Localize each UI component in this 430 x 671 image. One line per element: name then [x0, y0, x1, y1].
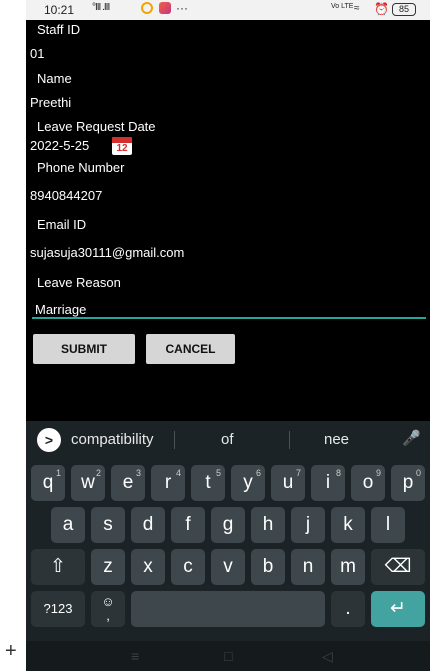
phone-screen: 10:21 °ΙΙΙ .ΙΙΙ ··· Vo LTE ≈ ⏰ 85 Staff …	[26, 0, 430, 671]
name-label: Name	[37, 71, 72, 86]
key-h[interactable]: h	[251, 507, 285, 543]
key-q[interactable]: q1	[31, 465, 65, 501]
key-p[interactable]: p0	[391, 465, 425, 501]
email-label: Email ID	[37, 217, 87, 232]
key-i[interactable]: i8	[311, 465, 345, 501]
back-icon[interactable]: ◁	[322, 648, 333, 665]
cancel-button[interactable]: CANCEL	[146, 334, 235, 364]
navigation-bar: ≡ □ ◁	[26, 641, 430, 671]
microphone-icon[interactable]: 🎤	[402, 429, 421, 447]
status-bar: 10:21 °ΙΙΙ .ΙΙΙ ··· Vo LTE ≈ ⏰ 85	[26, 0, 430, 20]
plus-mark: +	[5, 640, 17, 662]
reason-label: Leave Reason	[37, 275, 121, 290]
period-key[interactable]: .	[331, 591, 365, 627]
soft-keyboard: > compatibility of nee 🎤 q1 w2 e3 r4 t5 …	[26, 421, 430, 671]
reason-field[interactable]: Marriage	[35, 302, 86, 317]
wifi-icon: ≈	[354, 3, 360, 14]
key-v[interactable]: v	[211, 549, 245, 585]
emoji-comma-key[interactable]: ☺ ,	[91, 591, 125, 627]
staff-id-label: Staff ID	[37, 22, 81, 37]
key-n[interactable]: n	[291, 549, 325, 585]
key-m[interactable]: m	[331, 549, 365, 585]
leave-date-field[interactable]: 2022-5-25	[30, 138, 89, 153]
key-g[interactable]: g	[211, 507, 245, 543]
key-o[interactable]: o9	[351, 465, 385, 501]
email-field[interactable]: sujasuja30111@gmail.com	[30, 245, 184, 260]
key-c[interactable]: c	[171, 549, 205, 585]
key-w[interactable]: w2	[71, 465, 105, 501]
leave-date-label: Leave Request Date	[37, 119, 156, 134]
suggestion-2[interactable]: of	[221, 431, 234, 448]
key-u[interactable]: u7	[271, 465, 305, 501]
submit-button[interactable]: SUBMIT	[33, 334, 135, 364]
comma-label: ,	[106, 608, 110, 623]
key-f[interactable]: f	[171, 507, 205, 543]
reason-field-underline	[32, 317, 426, 319]
key-e[interactable]: e3	[111, 465, 145, 501]
key-t[interactable]: t5	[191, 465, 225, 501]
instagram-icon	[159, 2, 171, 14]
menu-icon[interactable]: ≡	[131, 648, 139, 664]
suggestion-divider	[174, 431, 175, 449]
shift-icon[interactable]: ⇧	[31, 549, 85, 585]
notification-icon	[141, 2, 153, 14]
key-b[interactable]: b	[251, 549, 285, 585]
volte-icon: Vo LTE	[331, 3, 354, 10]
staff-id-field[interactable]: 01	[30, 46, 44, 61]
battery-icon: 85	[392, 3, 416, 16]
backspace-icon[interactable]: ⌫	[371, 549, 425, 585]
key-r[interactable]: r4	[151, 465, 185, 501]
key-j[interactable]: j	[291, 507, 325, 543]
key-k[interactable]: k	[331, 507, 365, 543]
space-bar[interactable]	[131, 591, 325, 627]
home-icon[interactable]: □	[224, 648, 232, 664]
suggestion-1[interactable]: compatibility	[71, 431, 154, 448]
symbols-key[interactable]: ?123	[31, 591, 85, 627]
phone-field[interactable]: 8940844207	[30, 188, 102, 203]
key-l[interactable]: l	[371, 507, 405, 543]
suggestion-divider	[289, 431, 290, 449]
more-notifications-icon: ···	[176, 1, 188, 15]
key-d[interactable]: d	[131, 507, 165, 543]
emoji-icon: ☺	[101, 594, 115, 609]
suggestion-strip: > compatibility of nee 🎤	[26, 421, 430, 459]
chevron-right-icon[interactable]: >	[37, 428, 61, 452]
suggestion-3[interactable]: nee	[324, 431, 349, 448]
phone-label: Phone Number	[37, 160, 125, 175]
signal-icon: °ΙΙΙ .ΙΙΙ	[92, 2, 110, 13]
name-field[interactable]: Preethi	[30, 95, 71, 110]
key-z[interactable]: z	[91, 549, 125, 585]
key-s[interactable]: s	[91, 507, 125, 543]
calendar-icon[interactable]: 12	[112, 137, 132, 155]
key-x[interactable]: x	[131, 549, 165, 585]
status-time: 10:21	[44, 3, 75, 17]
key-a[interactable]: a	[51, 507, 85, 543]
key-y[interactable]: y6	[231, 465, 265, 501]
enter-icon[interactable]: ↵	[371, 591, 425, 627]
alarm-icon: ⏰	[374, 2, 389, 16]
